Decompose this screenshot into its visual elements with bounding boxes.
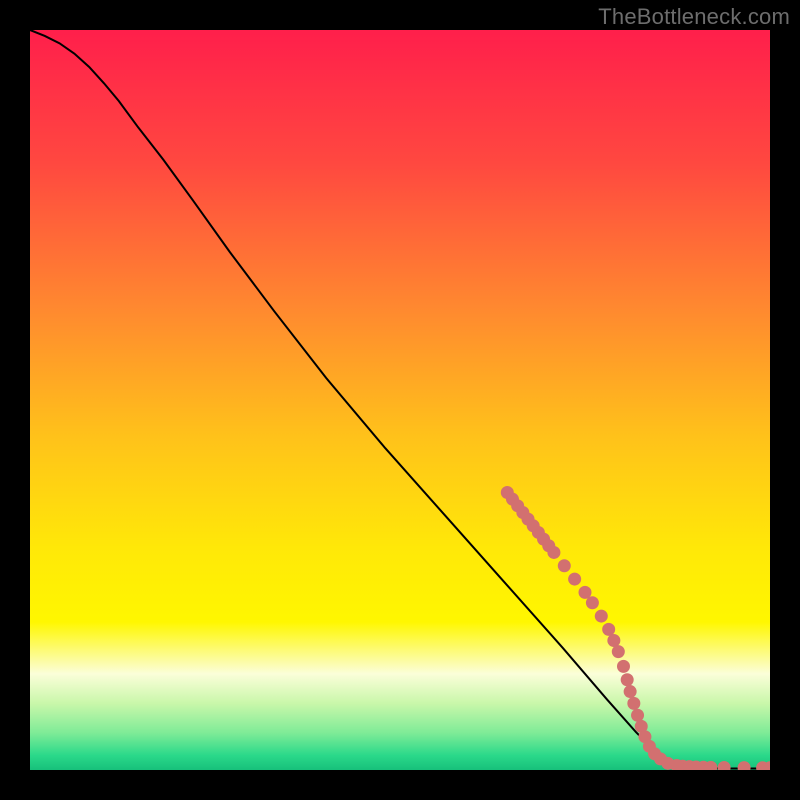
hw-marker (624, 685, 637, 698)
hw-marker (568, 573, 581, 586)
hw-marker (612, 645, 625, 658)
hw-marker (547, 546, 560, 559)
hw-marker (602, 623, 615, 636)
hw-marker (595, 610, 608, 623)
hw-marker (607, 634, 620, 647)
hw-marker (558, 559, 571, 572)
watermark-text: TheBottleneck.com (598, 4, 790, 30)
chart-svg (30, 30, 770, 770)
chart-stage: TheBottleneck.com (0, 0, 800, 800)
hw-marker (586, 596, 599, 609)
hw-marker (621, 673, 634, 686)
hw-marker (617, 660, 630, 673)
chart-background (30, 30, 770, 770)
plot-area (30, 30, 770, 770)
hw-marker (627, 697, 640, 710)
hw-marker (631, 709, 644, 722)
